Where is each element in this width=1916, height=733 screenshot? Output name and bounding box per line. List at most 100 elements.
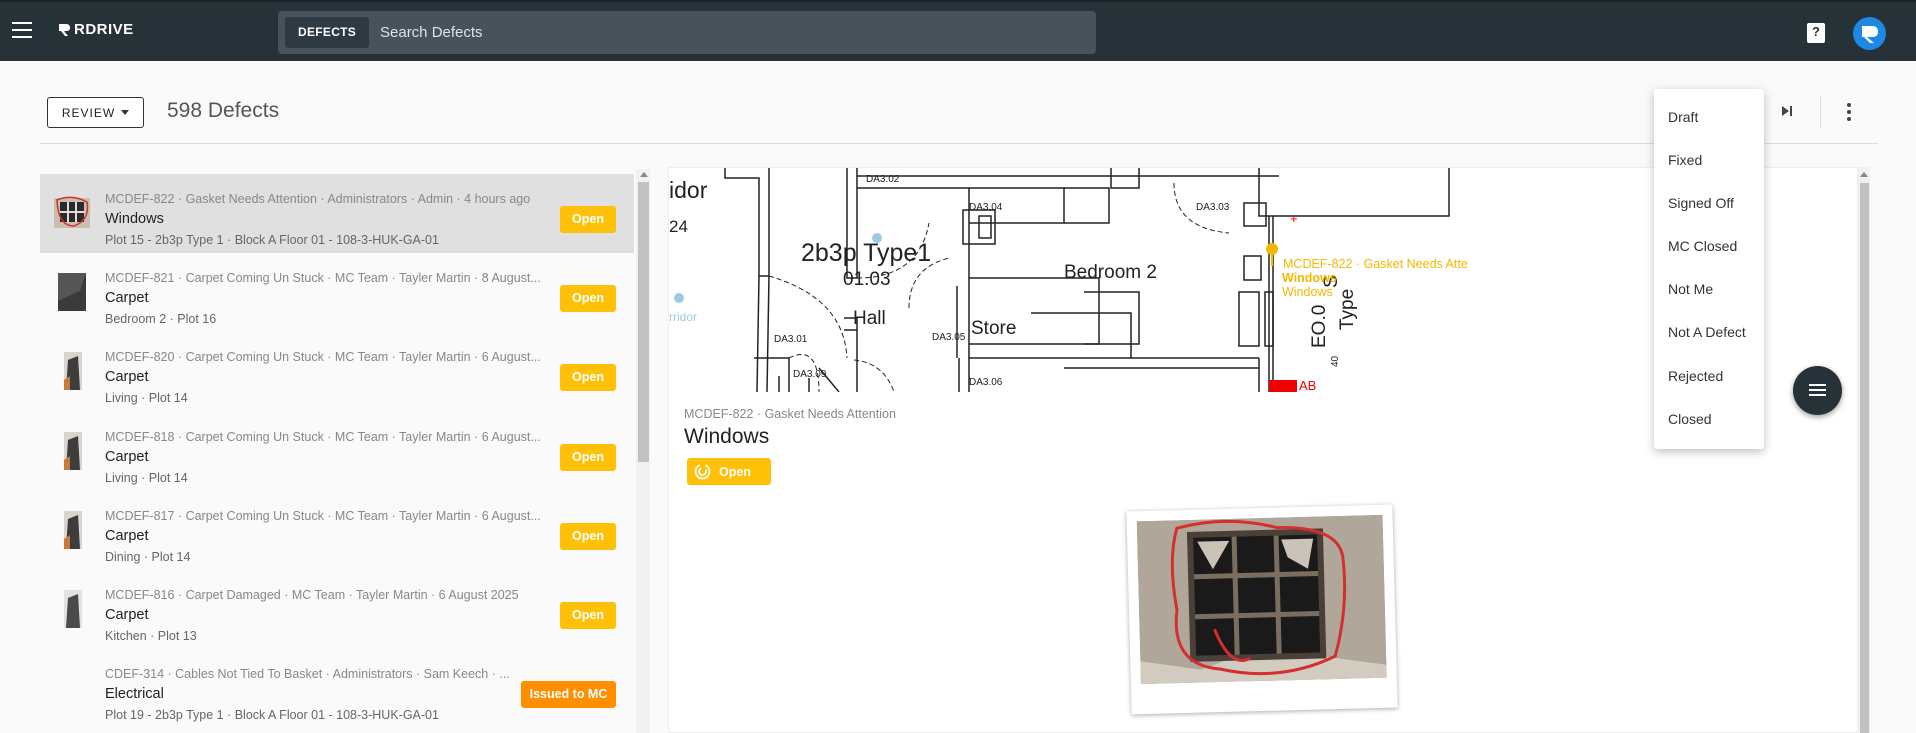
plan-label-da303: DA3.03 [1196, 202, 1230, 213]
item-title: Carpet [105, 449, 149, 465]
item-meta: MCDEF-821 · Carpet Coming Un Stuck · MC … [105, 271, 541, 285]
pin-line2: Windows [1282, 285, 1333, 299]
detail-scrollbar-thumb[interactable] [1860, 183, 1869, 733]
defect-count: 598 Defects [167, 99, 280, 122]
plan-label-da306: DA3.06 [969, 377, 1003, 388]
plan-label-eo: EO.0 [1309, 305, 1330, 348]
menu-icon[interactable] [12, 22, 32, 38]
detail-status-button[interactable]: Open [687, 458, 771, 485]
plan-label-da302: DA3.02 [866, 174, 900, 185]
menu-item-not-a-defect[interactable]: Not A Defect [1668, 324, 1746, 340]
review-dropdown-button[interactable]: REVIEW [47, 97, 144, 128]
list-item[interactable]: MCDEF-816 · Carpet Damaged · MC Team · T… [40, 570, 634, 649]
defect-pin[interactable]: MCDEF-822 · Gasket Needs Atte... Windows… [1266, 243, 1469, 299]
item-location: Plot 15 - 2b3p Type 1 · Block A Floor 01… [105, 233, 439, 247]
list-item[interactable]: MCDEF-820 · Carpet Coming Un Stuck · MC … [40, 332, 634, 411]
carpet-thumbnail-icon [64, 352, 82, 390]
detail-status-label: Open [719, 464, 751, 479]
list-item[interactable]: MCDEF-818 · Carpet Coming Un Stuck · MC … [40, 412, 634, 491]
red-cross-marker-icon: + [1290, 211, 1298, 226]
item-meta: MCDEF-822 · Gasket Needs Attention · Adm… [105, 192, 531, 206]
item-title: Carpet [105, 290, 149, 306]
item-location: Plot 19 - 2b3p Type 1 · Block A Floor 01… [105, 708, 439, 722]
menu-item-signed-off[interactable]: Signed Off [1668, 195, 1734, 211]
list-item[interactable]: CDEF-314 · Cables Not Tied To Basket · A… [40, 649, 634, 728]
plan-label-type-num: 01.03 [843, 269, 891, 290]
item-location: Living · Plot 14 [105, 391, 188, 405]
item-location: Dining · Plot 14 [105, 550, 191, 564]
item-title: Carpet [105, 528, 149, 544]
menu-item-not-me[interactable]: Not Me [1668, 281, 1713, 297]
item-meta: MCDEF-817 · Carpet Coming Un Stuck · MC … [105, 509, 541, 523]
item-meta: CDEF-314 · Cables Not Tied To Basket · A… [105, 667, 510, 681]
plan-label-type-vertical: Type [1337, 289, 1358, 330]
map-marker-icon [674, 293, 684, 303]
detail-meta: MCDEF-822 · Gasket Needs Attention [684, 407, 896, 421]
progress-ring-icon [694, 463, 711, 480]
map-marker-icon [872, 233, 882, 243]
menu-item-fixed[interactable]: Fixed [1668, 152, 1702, 168]
search-scope-chip[interactable]: DEFECTS [285, 17, 370, 48]
help-icon[interactable]: ? [1807, 23, 1825, 43]
location-pin-icon [1266, 243, 1278, 255]
item-title: Windows [105, 211, 164, 227]
status-badge-open[interactable]: Open [560, 285, 616, 312]
menu-item-closed[interactable]: Closed [1668, 411, 1712, 427]
scroll-up-arrow-icon[interactable] [640, 172, 648, 177]
status-badge-open[interactable]: Open [560, 364, 616, 391]
more-vert-icon[interactable] [1847, 103, 1851, 124]
plan-label-hall: Hall [853, 308, 886, 329]
item-meta: MCDEF-820 · Carpet Coming Un Stuck · MC … [105, 350, 541, 364]
logo-mark-icon [59, 23, 70, 36]
window-thumbnail-icon [54, 196, 90, 228]
plan-label-corridor: idor [669, 177, 708, 203]
status-badge-open[interactable]: Open [560, 206, 616, 233]
defect-list: MCDEF-822 · Gasket Needs Attention · Adm… [40, 167, 634, 733]
status-badge-issued[interactable]: Issued to MC [521, 681, 616, 708]
review-label: REVIEW [61, 105, 116, 120]
plan-label-bedroom: Bedroom 2 [1064, 262, 1157, 283]
plan-label-ab: AB [1299, 378, 1316, 392]
carpet-thumbnail-icon [64, 590, 82, 628]
header-divider [40, 143, 1878, 144]
defect-photo[interactable] [1126, 504, 1398, 715]
caret-down-icon [121, 110, 130, 115]
status-badge-open[interactable]: Open [560, 523, 616, 550]
list-item[interactable]: MCDEF-821 · Carpet Coming Un Stuck · MC … [40, 253, 634, 332]
fab-bar [1809, 394, 1826, 396]
window-photo-image [1136, 514, 1387, 685]
toolbar-divider [1820, 96, 1821, 128]
plan-label-corridor2: rridor [669, 310, 697, 324]
fab-bar [1809, 389, 1826, 391]
status-badge-open[interactable]: Open [560, 444, 616, 471]
pin-line1: Windows [1282, 271, 1337, 285]
item-meta: MCDEF-818 · Carpet Coming Un Stuck · MC … [105, 430, 541, 444]
app-logo-text: RDRIVE [74, 21, 134, 38]
carpet-thumbnail-icon [64, 432, 82, 470]
floating-menu-button[interactable] [1793, 366, 1842, 415]
scroll-up-arrow-icon[interactable] [1860, 172, 1868, 177]
app-logo[interactable]: RDRIVE [56, 21, 134, 38]
item-meta: MCDEF-816 · Carpet Damaged · MC Team · T… [105, 588, 519, 602]
menu-item-mc-closed[interactable]: MC Closed [1668, 238, 1737, 254]
menu-item-draft[interactable]: Draft [1668, 109, 1698, 125]
status-filter-menu: Draft Fixed Signed Off MC Closed Not Me … [1654, 89, 1764, 449]
carpet-thumbnail-icon [64, 511, 82, 549]
plan-label-da309: DA3.09 [793, 369, 827, 380]
detail-title: Windows [684, 425, 770, 448]
plan-label-dim: 40 [1330, 355, 1341, 367]
fab-bar [1809, 384, 1826, 386]
list-item[interactable]: MCDEF-822 · Gasket Needs Attention · Adm… [40, 174, 634, 253]
item-location: Bedroom 2 · Plot 16 [105, 312, 217, 326]
avatar[interactable] [1853, 17, 1886, 50]
status-badge-open[interactable]: Open [560, 602, 616, 629]
list-scrollbar-thumb[interactable] [638, 182, 649, 462]
list-item[interactable]: MCDEF-817 · Carpet Coming Un Stuck · MC … [40, 491, 634, 570]
menu-item-rejected[interactable]: Rejected [1668, 368, 1723, 384]
floor-plan[interactable]: idor 24 rridor 2b3p Type1 01.03 Hall Bed… [669, 168, 1469, 392]
top-app-bar: RDRIVE DEFECTS ? [0, 0, 1916, 61]
skip-next-icon[interactable] [1780, 104, 1794, 118]
search-input[interactable] [380, 17, 1080, 48]
search-bar[interactable]: DEFECTS [278, 11, 1096, 54]
item-title: Carpet [105, 369, 149, 385]
